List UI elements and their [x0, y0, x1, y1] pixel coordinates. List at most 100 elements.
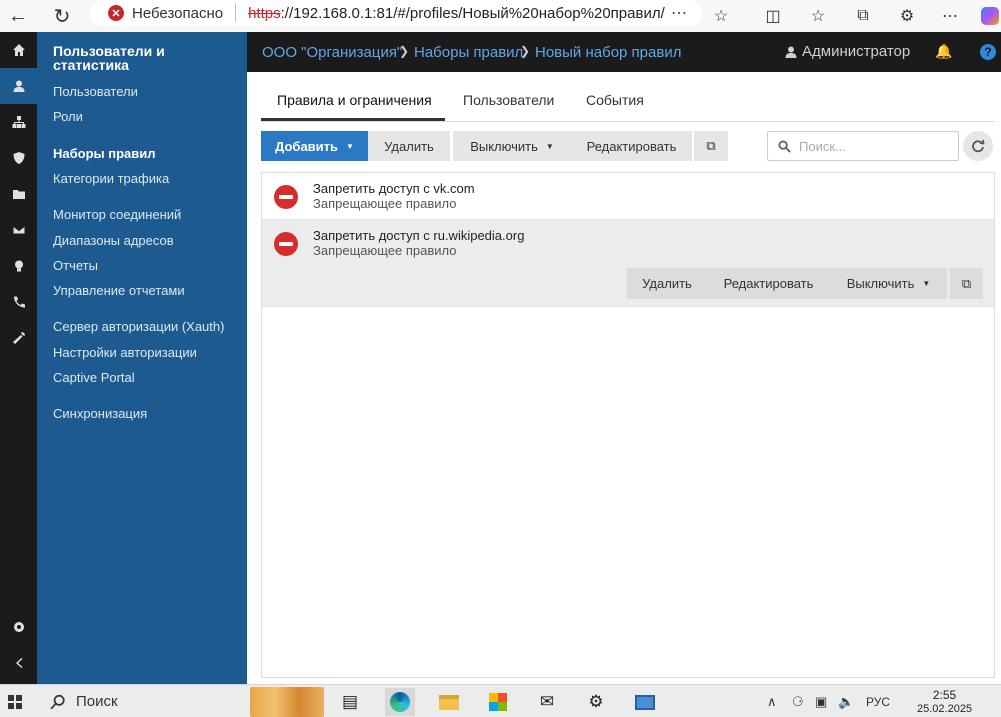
sidebar: Пользователи и статистика Пользователи Р…	[37, 32, 247, 684]
insecure-warning-icon[interactable]: ✕	[108, 5, 124, 21]
row-copy-button[interactable]: ⧉	[950, 268, 983, 299]
reader-mode-icon[interactable]: ⋯	[668, 2, 690, 24]
taskbar-search-label: Поиск	[76, 693, 118, 710]
tray-app-icon[interactable]: ⚆	[792, 694, 804, 710]
row-disable-button[interactable]: Выключить ▼	[830, 268, 947, 299]
language-indicator[interactable]: РУС	[866, 695, 890, 709]
deny-rule-icon	[274, 232, 298, 256]
shield-icon[interactable]	[0, 140, 37, 176]
favorite-star-icon[interactable]: ☆	[709, 4, 733, 28]
rule-row[interactable]: Запретить доступ с vk.com Запрещающее пр…	[262, 173, 994, 220]
edit-button-label: Редактировать	[586, 138, 677, 154]
more-menu-icon[interactable]: ⋯	[938, 4, 962, 28]
delete-button[interactable]: Удалить	[368, 131, 450, 161]
lightbulb-icon[interactable]	[0, 248, 37, 284]
sidebar-item-connection-monitor[interactable]: Монитор соединений	[53, 207, 181, 222]
users-icon[interactable]	[0, 68, 37, 104]
tray-chevron-icon[interactable]: ∧	[767, 694, 777, 710]
sidebar-item-roles[interactable]: Роли	[53, 109, 83, 124]
bell-icon[interactable]: 🔔	[935, 43, 952, 60]
copy-icon: ⧉	[706, 138, 716, 153]
taskbar-search[interactable]: Поиск	[50, 693, 118, 710]
extensions-icon[interactable]: ⚙	[895, 4, 919, 28]
user-menu[interactable]: Администратор	[784, 43, 910, 60]
favorites-icon[interactable]: ☆	[806, 4, 830, 28]
edge-browser-icon[interactable]	[385, 688, 415, 716]
sidebar-item-reports[interactable]: Отчеты	[53, 258, 98, 273]
search-icon	[778, 139, 791, 153]
sidebar-item-traffic-categories[interactable]: Категории трафика	[53, 171, 169, 186]
user-icon	[785, 46, 797, 58]
refresh-icon[interactable]: ↻	[46, 0, 78, 32]
mail-icon[interactable]	[0, 212, 37, 248]
search-box[interactable]	[767, 131, 959, 161]
refresh-button[interactable]	[963, 131, 993, 161]
network-status-icon[interactable]: ▣	[815, 694, 827, 710]
top-header: ООО "Организация" ❯ Наборы правил ❯ Новы…	[247, 32, 1001, 72]
settings-app-icon[interactable]: ⚙	[581, 688, 611, 716]
active-tab-indicator	[261, 118, 445, 121]
wrench-icon[interactable]	[0, 320, 37, 356]
settings-gear-icon[interactable]	[0, 609, 37, 645]
add-button[interactable]: Добавить ▼	[261, 131, 368, 161]
back-arrow-icon[interactable]: ←	[2, 0, 34, 32]
address-divider	[235, 4, 237, 22]
caret-down-icon: ▼	[346, 141, 354, 151]
browser-toolbar: ← ↻ ✕ Небезопасно https://192.168.0.1:81…	[0, 0, 1001, 32]
url-scheme: https	[248, 4, 281, 22]
os-taskbar: Поиск ▤ ✉ ⚙ ∧ ⚆ ▣ 🔈 РУС 2:55 25.02.2025	[0, 684, 1001, 717]
refresh-icon	[972, 139, 985, 153]
network-icon[interactable]	[0, 104, 37, 140]
sidebar-item-auth-server[interactable]: Сервер авторизации (Xauth)	[53, 319, 224, 334]
row-edit-button[interactable]: Редактировать	[707, 268, 830, 299]
sidebar-item-report-management[interactable]: Управление отчетами	[53, 283, 185, 298]
phone-icon[interactable]	[0, 284, 37, 320]
file-explorer-icon[interactable]	[434, 688, 464, 716]
windows-start-icon[interactable]	[8, 695, 22, 709]
sidebar-item-auth-settings[interactable]: Настройки авторизации	[53, 345, 197, 360]
help-icon[interactable]: ?	[980, 44, 996, 60]
collapse-chevron-icon[interactable]	[0, 645, 37, 681]
taskbar-clock[interactable]: 2:55 25.02.2025	[917, 688, 972, 716]
disable-button[interactable]: Выключить ▼	[453, 131, 571, 161]
folder-icon[interactable]	[0, 176, 37, 212]
sidebar-item-address-ranges[interactable]: Диапазоны адресов	[53, 233, 174, 248]
collections-icon[interactable]: ⧉	[851, 4, 875, 28]
mail-app-icon[interactable]: ✉	[532, 688, 562, 716]
tab-events[interactable]: События	[586, 92, 644, 108]
delete-button-label: Удалить	[384, 138, 434, 154]
split-screen-icon[interactable]: ◫	[761, 4, 785, 28]
rule-title: Запретить доступ с ru.wikipedia.org	[313, 228, 525, 243]
sidebar-item-sync[interactable]: Синхронизация	[53, 406, 147, 421]
search-highlight-image[interactable]	[250, 687, 324, 717]
copy-button[interactable]: ⧉	[694, 131, 728, 161]
row-disable-label: Выключить	[846, 276, 915, 291]
row-delete-button[interactable]: Удалить	[627, 268, 707, 299]
tab-users[interactable]: Пользователи	[463, 92, 554, 108]
store-icon[interactable]	[483, 688, 513, 716]
user-name: Администратор	[802, 43, 911, 60]
search-input[interactable]	[799, 138, 949, 154]
sidebar-item-users[interactable]: Пользователи	[53, 84, 138, 99]
breadcrumb-organization[interactable]: ООО "Организация"	[262, 44, 402, 61]
task-view-icon[interactable]: ▤	[335, 688, 365, 716]
copilot-icon[interactable]	[978, 4, 1001, 28]
url-text: ://192.168.0.1:81/#/profiles/Новый%20наб…	[280, 4, 665, 22]
breadcrumb-current[interactable]: Новый набор правил	[535, 44, 681, 61]
search-icon	[50, 694, 65, 709]
breadcrumb-chevron-icon: ❯	[399, 44, 410, 58]
add-button-label: Добавить	[275, 138, 339, 154]
tab-rules[interactable]: Правила и ограничения	[277, 92, 432, 108]
tab-bar: Правила и ограничения Пользователи Событ…	[261, 84, 995, 122]
copy-icon: ⧉	[961, 275, 972, 291]
deny-rule-icon	[274, 185, 298, 209]
home-icon[interactable]	[0, 32, 37, 68]
edit-button[interactable]: Редактировать	[571, 131, 692, 161]
volume-icon[interactable]: 🔈	[838, 694, 854, 710]
remote-desktop-icon[interactable]	[630, 688, 660, 716]
sidebar-item-rule-sets[interactable]: Наборы правил	[53, 146, 156, 161]
breadcrumb-rule-sets[interactable]: Наборы правил	[414, 44, 523, 61]
row-edit-label: Редактировать	[723, 276, 814, 291]
address-bar[interactable]: ✕ Небезопасно https://192.168.0.1:81/#/p…	[90, 0, 702, 26]
sidebar-item-captive-portal[interactable]: Captive Portal	[53, 370, 135, 385]
